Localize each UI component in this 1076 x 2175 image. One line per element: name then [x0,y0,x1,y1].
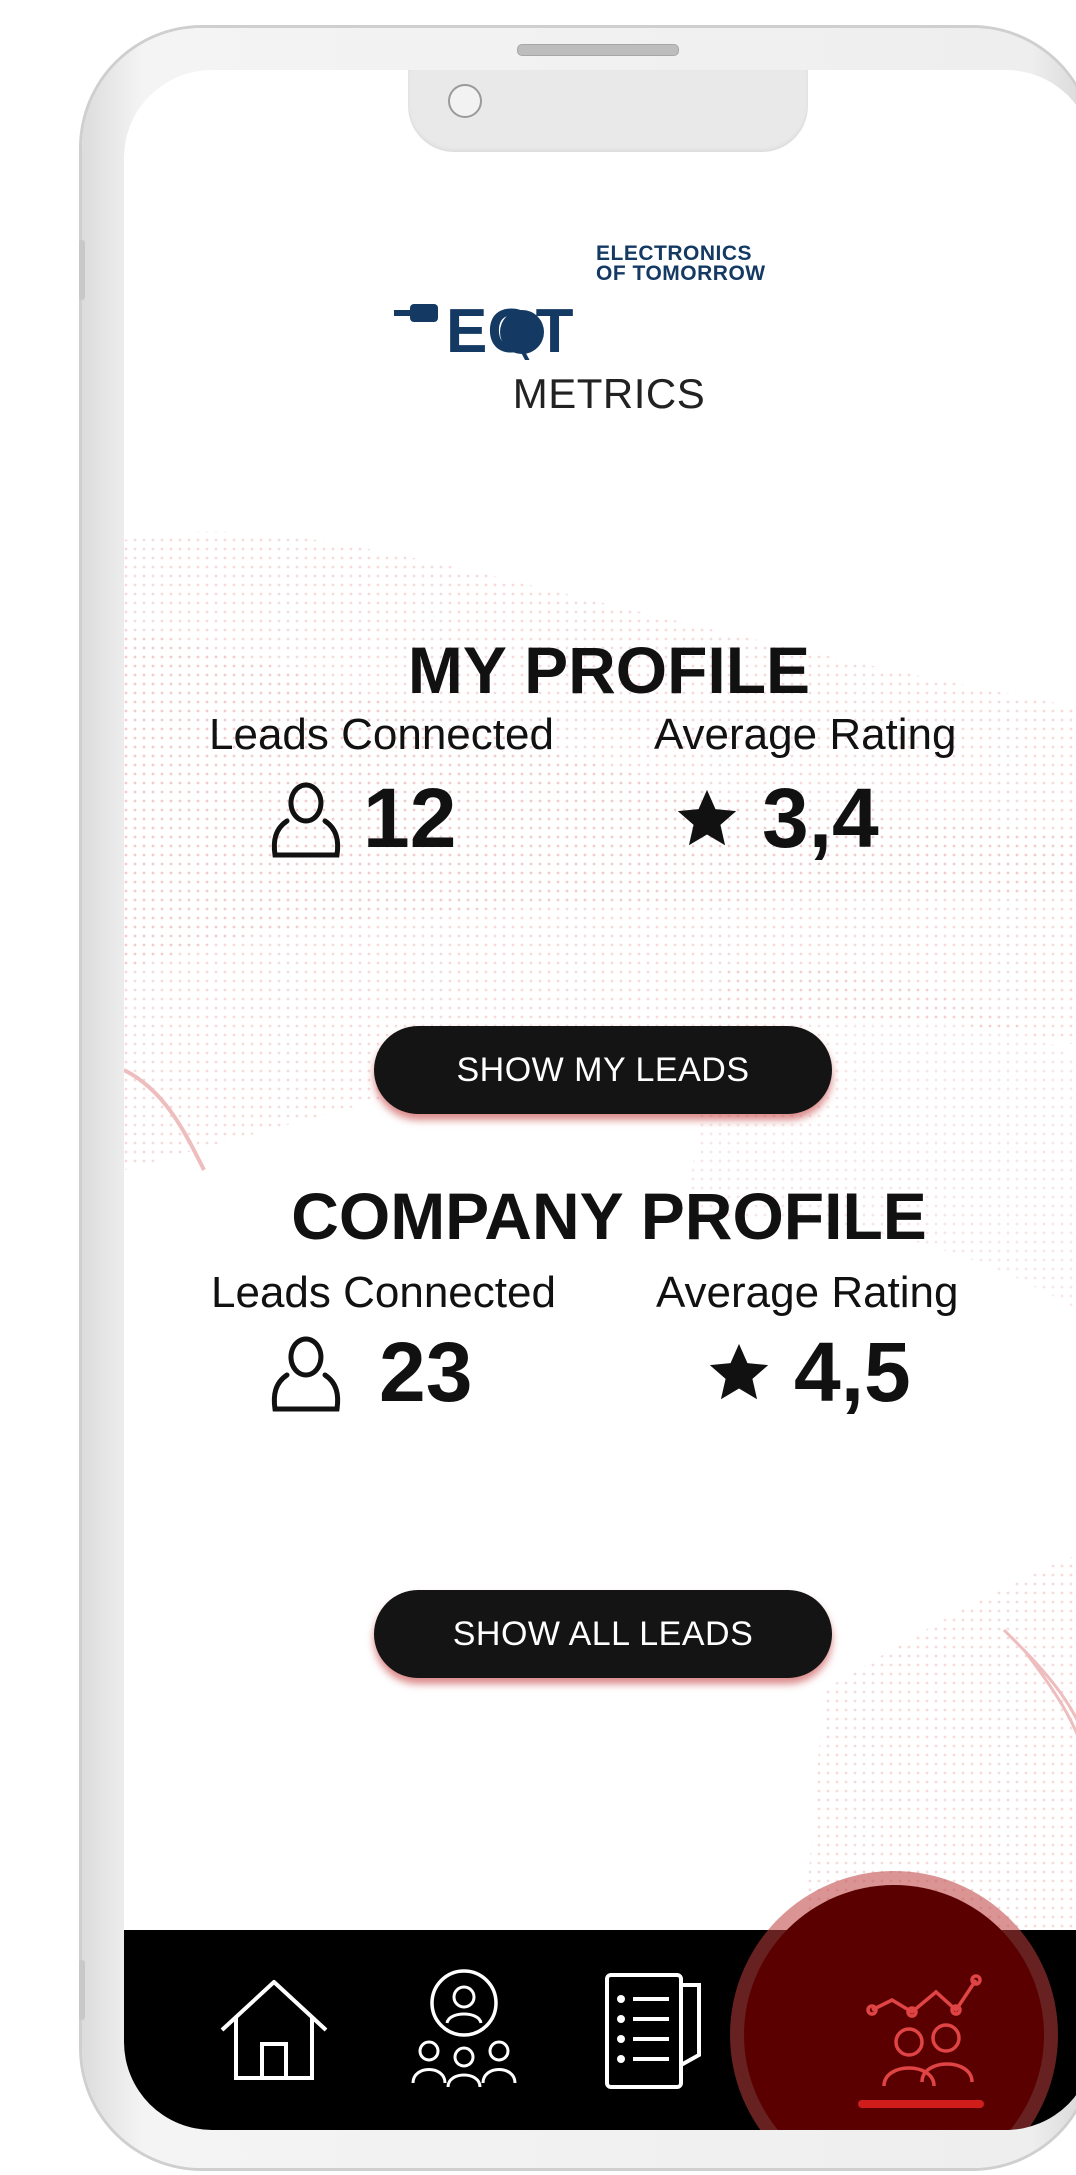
my-rating-value: 3,4 [762,771,879,865]
star-icon [709,1343,769,1399]
my-profile-heading: MY PROFILE [407,633,811,707]
home-icon [220,1980,328,2080]
earpiece [517,44,679,56]
brand-name-line1: ELECTRONICS [596,242,753,265]
phone-notch [408,70,808,152]
active-tab-underline [858,2100,984,2108]
list-icon [605,1973,701,2089]
nav-home[interactable] [184,1930,364,2130]
my-leads-metric: 12 [269,770,456,867]
person-icon [271,782,341,857]
company-rating-metric: 4,5 [704,1324,911,1421]
company-leads-value: 23 [379,1325,473,1419]
logo-o-mark [500,310,544,354]
company-profile-heading: COMPANY PROFILE [291,1179,927,1253]
app-screen: EOT ELECTRONICS OF TOMORROW METRICS MY P… [124,70,1076,2130]
company-rating-value: 4,5 [794,1325,911,1419]
person-icon [271,1336,341,1411]
brand-name: ELECTRONICS OF TOMORROW [596,242,766,285]
camera-icon [448,84,482,118]
company-leads-label: Leads Connected [211,1268,556,1317]
my-rating-metric: 3,4 [672,770,879,867]
side-button [79,1960,85,2020]
nav-lead-search[interactable] [374,1930,554,2130]
show-my-leads-button[interactable]: SHOW MY LEADS [374,1026,832,1114]
my-leads-value: 12 [363,771,457,865]
company-rating-label: Average Rating [656,1268,959,1317]
metrics-icon [866,1974,982,2087]
nav-list[interactable] [564,1930,744,2130]
brand-name-line2: OF TOMORROW [596,262,766,285]
show-all-leads-button[interactable]: SHOW ALL LEADS [374,1590,832,1678]
company-leads-metric: 23 [269,1324,472,1421]
star-icon [677,789,737,845]
my-leads-label: Leads Connected [209,710,554,759]
lead-search-icon [411,1969,517,2088]
page-title: METRICS [512,370,706,417]
my-rating-label: Average Rating [654,710,957,759]
volume-button [79,240,85,300]
